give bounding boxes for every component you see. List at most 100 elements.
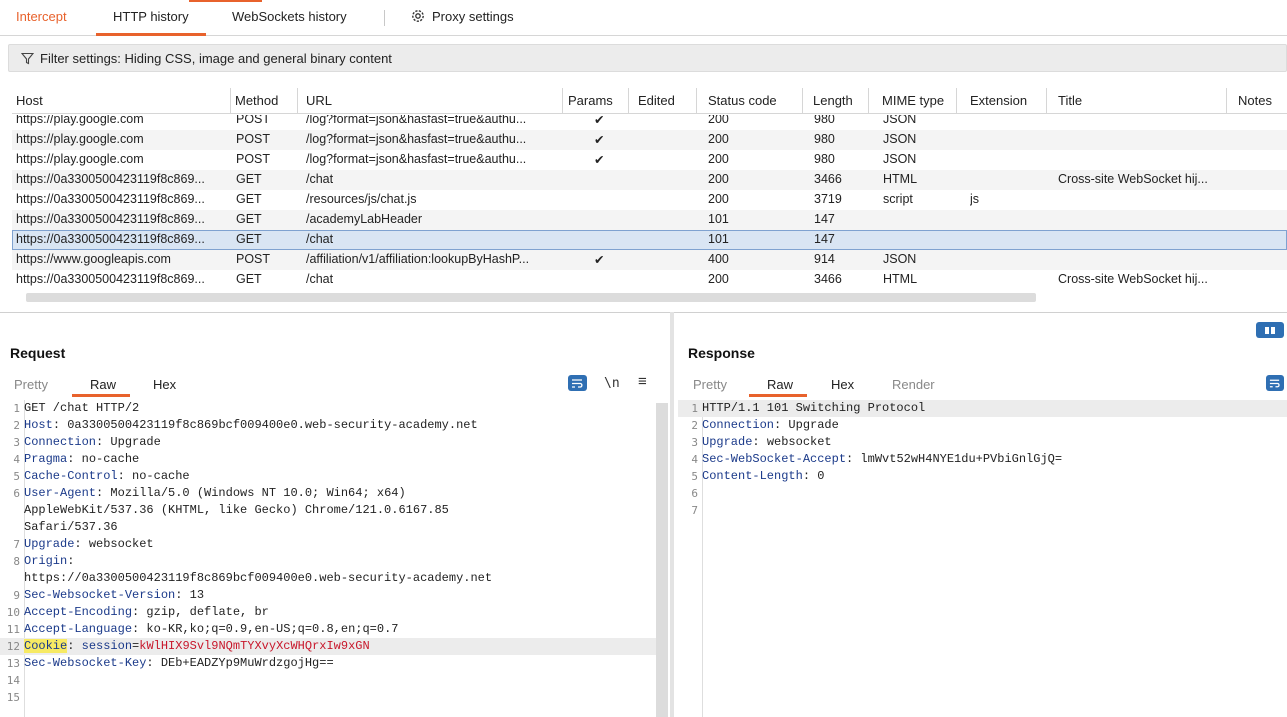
- column-separator[interactable]: [802, 88, 803, 114]
- request-line: Safari/537.36: [24, 520, 118, 534]
- table-row[interactable]: https://play.google.com POST /log?format…: [12, 130, 1287, 150]
- request-line: 1 GET /chat HTTP/2: [13, 401, 140, 415]
- response-tab-render[interactable]: Render: [892, 377, 935, 392]
- cell-length: 980: [814, 132, 835, 146]
- cell-status-code: 200: [708, 115, 729, 126]
- cell-status-code: 200: [708, 272, 729, 286]
- request-line: 5 Cache-Control: no-cache: [13, 469, 190, 483]
- table-row[interactable]: https://0a3300500423119f8c869... GET /ac…: [12, 210, 1287, 230]
- layout-toggle-button[interactable]: [1256, 322, 1284, 338]
- cell-length: 3719: [814, 192, 842, 206]
- request-title: Request: [10, 345, 66, 361]
- column-separator[interactable]: [956, 88, 957, 114]
- column-separator[interactable]: [562, 88, 563, 114]
- column-separator[interactable]: [230, 88, 231, 114]
- cell-mime-type: HTML: [883, 172, 918, 186]
- column-separator[interactable]: [297, 88, 298, 114]
- cell-length: 980: [814, 152, 835, 166]
- request-line: AppleWebKit/537.36 (KHTML, like Gecko) C…: [24, 503, 449, 517]
- table-row[interactable]: https://play.google.com POST /log?format…: [12, 150, 1287, 170]
- response-title: Response: [688, 345, 755, 361]
- request-line: 2 Host: 0a3300500423119f8c869bcf009400e0.…: [13, 418, 478, 432]
- response-tab-hex[interactable]: Hex: [831, 377, 854, 392]
- table-row[interactable]: https://0a3300500423119f8c869... GET /ch…: [12, 270, 1287, 290]
- request-tab-raw[interactable]: Raw: [90, 377, 116, 392]
- request-line-highlighted: 12 Cookie: session=kWlHIX9Svl9NQmTYXvyXcW…: [0, 638, 656, 655]
- request-tab-hex[interactable]: Hex: [153, 377, 176, 392]
- table-row[interactable]: https://www.googleapis.com POST /affilia…: [12, 250, 1287, 270]
- table-row-selected[interactable]: https://0a3300500423119f8c869... GET /ch…: [12, 230, 1287, 250]
- column-separator[interactable]: [868, 88, 869, 114]
- cell-status-code: 101: [708, 212, 729, 226]
- request-editor[interactable]: 1 GET /chat HTTP/2 2 Host: 0a3300500423119…: [0, 400, 656, 717]
- column-header-title[interactable]: Title: [1058, 93, 1082, 108]
- column-header-method[interactable]: Method: [235, 93, 278, 108]
- request-line: 7 Upgrade: websocket: [13, 537, 154, 551]
- cell-host: https://0a3300500423119f8c869...: [16, 232, 205, 246]
- response-tab-raw[interactable]: Raw: [767, 377, 793, 392]
- request-line: 4 Pragma: no-cache: [13, 452, 140, 466]
- cell-extension: js: [970, 192, 980, 206]
- cell-method: GET: [236, 192, 262, 206]
- tab-websockets-history[interactable]: WebSockets history: [232, 9, 347, 24]
- table-row[interactable]: https://0a3300500423119f8c869... GET /ch…: [12, 170, 1287, 190]
- column-separator[interactable]: [628, 88, 629, 114]
- cell-length: 3466: [814, 172, 842, 186]
- word-wrap-icon[interactable]: [1266, 375, 1284, 391]
- column-separator[interactable]: [696, 88, 697, 114]
- request-tab-pretty[interactable]: Pretty: [14, 377, 48, 392]
- cell-host: https://0a3300500423119f8c869...: [16, 272, 205, 286]
- hamburger-menu-icon[interactable]: ≡: [638, 373, 647, 390]
- column-header-extension[interactable]: Extension: [970, 93, 1027, 108]
- filter-settings-bar[interactable]: Filter settings: Hiding CSS, image and g…: [8, 44, 1287, 72]
- column-header-host[interactable]: Host: [16, 93, 43, 108]
- cell-host: https://0a3300500423119f8c869...: [16, 192, 205, 206]
- request-vertical-scrollbar[interactable]: [656, 403, 668, 717]
- columns-icon: [1265, 326, 1269, 334]
- cell-length: 914: [814, 252, 835, 266]
- request-line: https://0a3300500423119f8c869bcf009400e0…: [24, 571, 493, 585]
- cell-mime-type: JSON: [883, 115, 917, 126]
- cell-mime-type: JSON: [883, 252, 917, 266]
- response-line: 4 Sec-WebSocket-Accept: lmWvt52wH4NYE1du+…: [691, 452, 1063, 466]
- column-header-url[interactable]: URL: [306, 93, 332, 108]
- cell-host: https://play.google.com: [16, 115, 144, 126]
- column-separator[interactable]: [1226, 88, 1227, 114]
- column-header-status-code[interactable]: Status code: [708, 93, 777, 108]
- cell-status-code: 200: [708, 132, 729, 146]
- table-row[interactable]: https://0a3300500423119f8c869... GET /re…: [12, 190, 1287, 210]
- filter-icon: [21, 52, 34, 64]
- column-header-length[interactable]: Length: [813, 93, 853, 108]
- cell-method: GET: [236, 232, 262, 246]
- request-line: 15: [6, 691, 20, 704]
- column-header-params[interactable]: Params: [568, 93, 613, 108]
- columns-icon: [1271, 326, 1275, 334]
- request-line: 11 Accept-Language: ko-KR,ko;q=0.9,en-US;…: [6, 622, 399, 636]
- word-wrap-icon[interactable]: [568, 375, 587, 391]
- cell-method: POST: [236, 152, 271, 166]
- filter-settings-text: Filter settings: Hiding CSS, image and g…: [40, 50, 392, 66]
- cell-title: Cross-site WebSocket hij...: [1058, 272, 1208, 286]
- tab-proxy-settings[interactable]: Proxy settings: [410, 8, 514, 24]
- table-row[interactable]: https://play.google.com POST /log?format…: [12, 115, 1287, 130]
- column-header-edited[interactable]: Edited: [638, 93, 675, 108]
- cell-length: 980: [814, 115, 835, 126]
- newline-toggle-icon[interactable]: \n: [604, 376, 620, 391]
- horizontal-scrollbar[interactable]: [26, 293, 1036, 302]
- cell-url: /log?format=json&hasfast=true&authu...: [306, 115, 527, 126]
- cell-length: 147: [814, 232, 835, 246]
- tab-http-history[interactable]: HTTP history: [113, 9, 189, 24]
- column-separator[interactable]: [1046, 88, 1047, 114]
- column-header-mime-type[interactable]: MIME type: [882, 93, 944, 108]
- tab-intercept[interactable]: Intercept: [16, 9, 67, 24]
- panel-splitter[interactable]: [670, 312, 674, 717]
- cell-mime-type: JSON: [883, 152, 917, 166]
- gear-icon: [412, 10, 424, 22]
- response-tab-pretty[interactable]: Pretty: [693, 377, 727, 392]
- cell-host: https://www.googleapis.com: [16, 252, 171, 266]
- response-editor[interactable]: 1 HTTP/1.1 101 Switching Protocol 2 Connec…: [678, 400, 1287, 717]
- panel-divider[interactable]: [0, 312, 1287, 313]
- column-header-notes[interactable]: Notes: [1238, 93, 1272, 108]
- cell-url: /chat: [306, 172, 334, 186]
- cell-url: /log?format=json&hasfast=true&authu...: [306, 152, 527, 166]
